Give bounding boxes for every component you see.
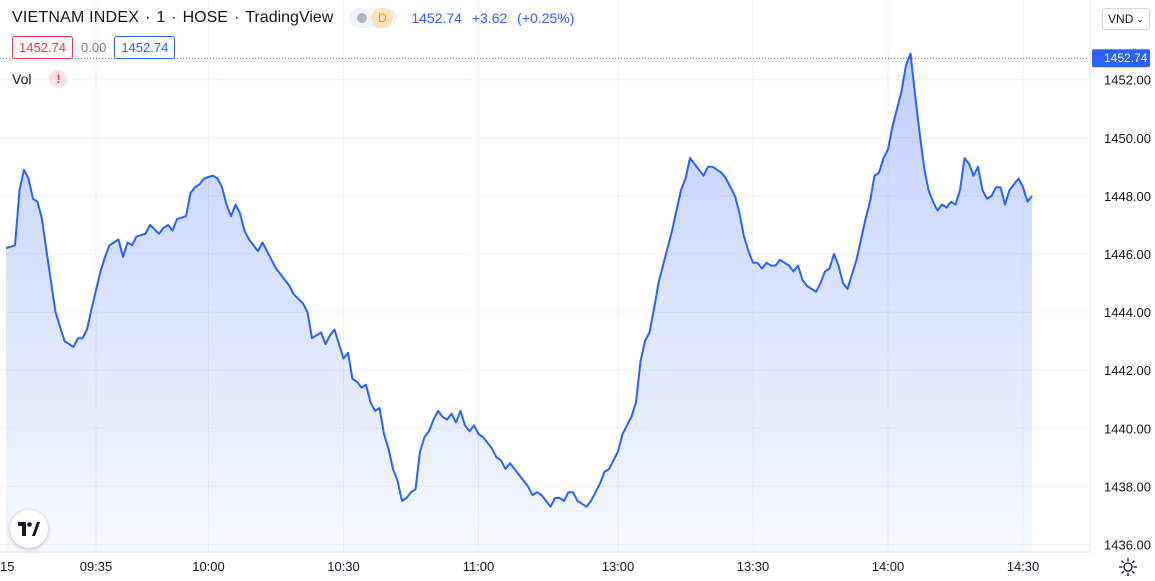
- chevron-down-icon: ⌄: [1136, 13, 1144, 24]
- volume-legend: Vol !: [12, 70, 68, 88]
- separator-dot: ·: [145, 9, 151, 26]
- price-tick-label: 1438.00: [1104, 479, 1151, 494]
- separator-dot: ·: [171, 9, 177, 26]
- price-tick-label: 1446.00: [1104, 247, 1151, 262]
- spread-value: 0.00: [81, 40, 107, 55]
- time-tick-label: 14:00: [872, 559, 905, 574]
- time-tick-label: 10:00: [192, 559, 225, 574]
- time-tick-label: 11:00: [463, 559, 495, 574]
- currency-label: VND: [1108, 12, 1134, 26]
- change-text: +3.62: [471, 10, 508, 26]
- separator-dot: ·: [233, 9, 240, 26]
- ask-price-box[interactable]: 1452.74: [114, 36, 176, 59]
- time-axis[interactable]: 15 09:35 10:00 10:30 11:00 13:00 13:30 14:00 14:…: [0, 559, 1039, 574]
- quote-summary: 1452.74 +3.62 (+0.25%): [411, 10, 580, 26]
- price-tick-label: 1452.00: [1104, 73, 1151, 88]
- time-tick-label: 14:30: [1007, 559, 1040, 574]
- exchange-label: HOSE: [182, 9, 228, 26]
- time-tick-label: 10:30: [327, 559, 360, 574]
- time-tick-label: 13:30: [737, 559, 770, 574]
- symbol-name[interactable]: VIETNAM INDEX: [12, 9, 139, 27]
- market-status-pill[interactable]: D: [349, 8, 398, 28]
- price-chart[interactable]: 1436.00 1438.00 1440.00 1442.00 1444.00 1446.…: [0, 0, 1155, 581]
- currency-select[interactable]: VND ⌄: [1102, 8, 1150, 30]
- last-price-value: 1452.74: [1104, 51, 1148, 65]
- bid-price-box[interactable]: 1452.74: [12, 36, 73, 59]
- interval-label[interactable]: 1: [156, 9, 165, 27]
- tradingview-logo-icon: [18, 522, 40, 536]
- gear-icon[interactable]: [1118, 557, 1138, 577]
- area-fill: [6, 53, 1032, 552]
- change-percent-text: (+0.25%): [517, 10, 575, 26]
- price-tick-label: 1440.00: [1104, 421, 1151, 436]
- warning-icon[interactable]: !: [49, 70, 68, 88]
- time-tick-label: 15: [0, 559, 14, 574]
- volume-label[interactable]: Vol: [12, 71, 31, 87]
- market-closed-icon: [357, 13, 368, 23]
- price-tick-label: 1450.00: [1104, 131, 1151, 146]
- last-price-text: 1452.74: [411, 10, 462, 26]
- price-tick-label: 1442.00: [1104, 363, 1151, 378]
- provider-label: TradingView: [245, 9, 334, 26]
- price-tick-label: 1436.00: [1104, 538, 1151, 553]
- price-tick-label: 1448.00: [1104, 189, 1151, 204]
- tradingview-logo[interactable]: [10, 510, 48, 548]
- price-values-row: 1452.74 0.00 1452.74: [12, 36, 176, 59]
- last-price-label: 1452.74: [1092, 49, 1150, 68]
- time-tick-label: 13:00: [602, 559, 635, 574]
- time-tick-label: 09:35: [80, 559, 113, 574]
- delayed-badge: D: [371, 8, 394, 28]
- symbol-legend: VIETNAM INDEX · 1 · HOSE · TradingView D…: [12, 8, 580, 28]
- price-tick-label: 1444.00: [1104, 305, 1151, 320]
- price-axis[interactable]: 1436.00 1438.00 1440.00 1442.00 1444.00 1446.…: [1104, 73, 1151, 553]
